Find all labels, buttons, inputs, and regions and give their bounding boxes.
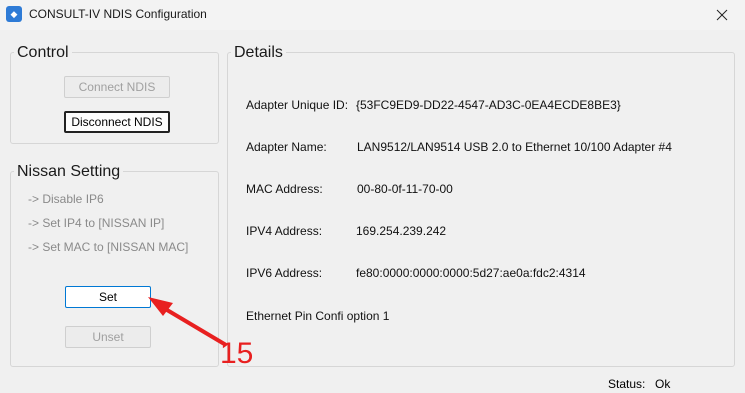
annotation-arrow <box>148 297 228 347</box>
annotation-arrow-shaft <box>160 305 228 347</box>
annotation-number: 15 <box>220 337 254 370</box>
